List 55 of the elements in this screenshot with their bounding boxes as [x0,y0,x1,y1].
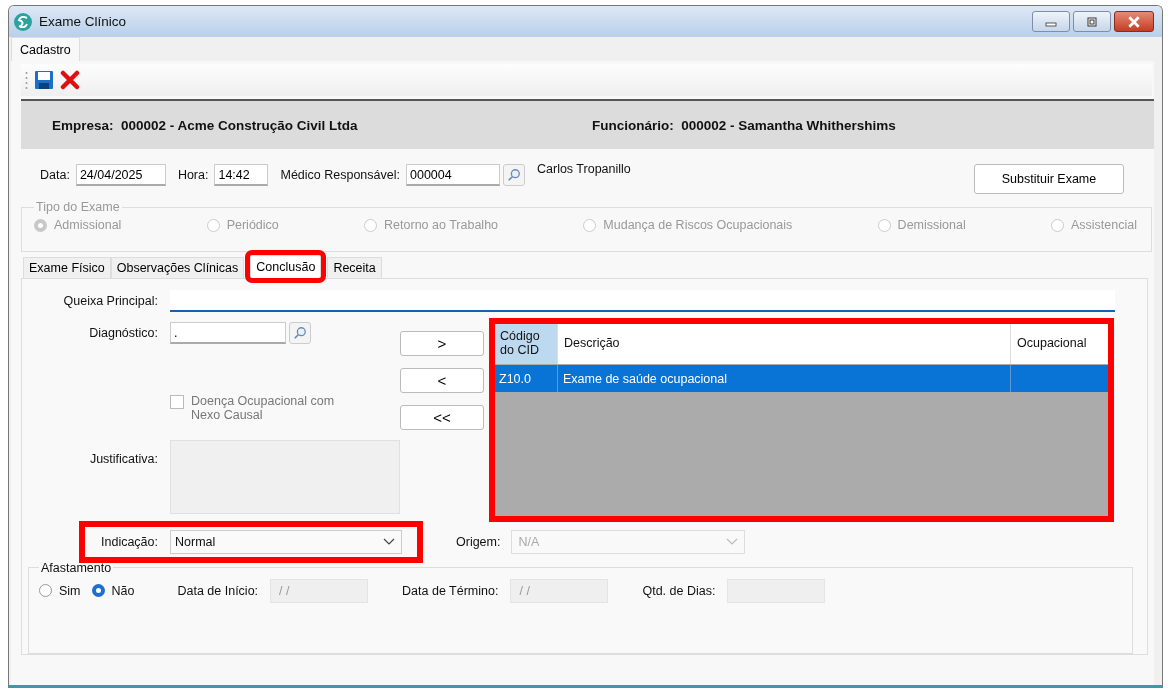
tab[interactable]: Observações Clínicas [110,257,245,278]
time-label: Hora: [177,168,209,182]
days-label: Qtd. de Dias: [642,583,716,598]
doctor-code-field[interactable]: 000004 [406,164,500,186]
grip-icon [25,70,28,90]
search-button[interactable] [289,322,311,344]
date-field[interactable]: 24/04/2025 [75,164,166,186]
save-icon[interactable] [34,70,54,90]
table-cell: Z10.0 [494,365,558,392]
menu-tab[interactable]: Cadastro [11,37,80,61]
table-cell: Exame de saúde ocupacional [558,365,1011,392]
tab[interactable]: Exame Físico [23,257,111,278]
radio-circle[interactable] [39,584,52,598]
start-date-label: Data de Início: [177,583,259,598]
search-icon [507,168,521,182]
delete-icon[interactable] [60,70,80,90]
window-title: Exame Clínico [39,14,127,29]
diagnosis-field[interactable]: . [170,322,286,344]
group-title: Tipo do Exame [35,200,121,214]
radio-option[interactable]: Não [91,583,135,598]
date-label: Data: [40,168,70,182]
column-header[interactable]: Ocupacional [1011,323,1109,364]
radio-option[interactable]: Sim [39,583,81,598]
move-button[interactable]: << [400,405,484,430]
doctor-label: Médico Responsável: [280,168,400,182]
end-date-label: Data de Término: [402,583,499,598]
origin-label: Origem: [456,534,501,549]
replace-exam-button[interactable]: Substituir Exame [974,164,1124,194]
restore-icon [1086,16,1098,27]
search-button[interactable] [503,164,525,186]
employee-text: Funcionário: 000002 - Samantha Whithershims [592,117,896,133]
time-field[interactable]: 14:42 [214,164,269,186]
app-logo-icon [13,11,33,32]
main-complaint-label: Queixa Principal: [62,294,158,308]
column-header[interactable]: Descrição [558,323,1011,364]
close-button[interactable] [1114,11,1154,32]
close-icon [1127,15,1141,28]
diagnosis-label: Diagnóstico: [88,326,158,340]
justification-label: Justificativa: [88,451,158,468]
radio-circle[interactable] [91,584,105,598]
chevron-down-icon [726,537,739,546]
column-header[interactable]: Código do CID [494,323,558,364]
tab[interactable]: Receita [327,257,382,278]
indication-label: Indicação: [100,534,158,549]
chevron-down-icon [383,537,395,546]
search-icon [293,326,307,340]
doctor-name: Carlos Tropanillo [537,162,631,176]
main-complaint-field[interactable] [170,290,1115,312]
group-title: Afastamento [40,560,113,575]
move-button[interactable]: > [400,331,484,356]
table-row[interactable]: Z10.0 Exame de saúde ocupacional [494,365,1109,392]
move-button[interactable]: < [400,368,484,393]
minimize-button[interactable] [1032,11,1070,32]
company-text: Empresa: 000002 - Acme Construção Civil Ltda [52,117,359,133]
indication-dropdown[interactable]: Normal [170,529,402,554]
